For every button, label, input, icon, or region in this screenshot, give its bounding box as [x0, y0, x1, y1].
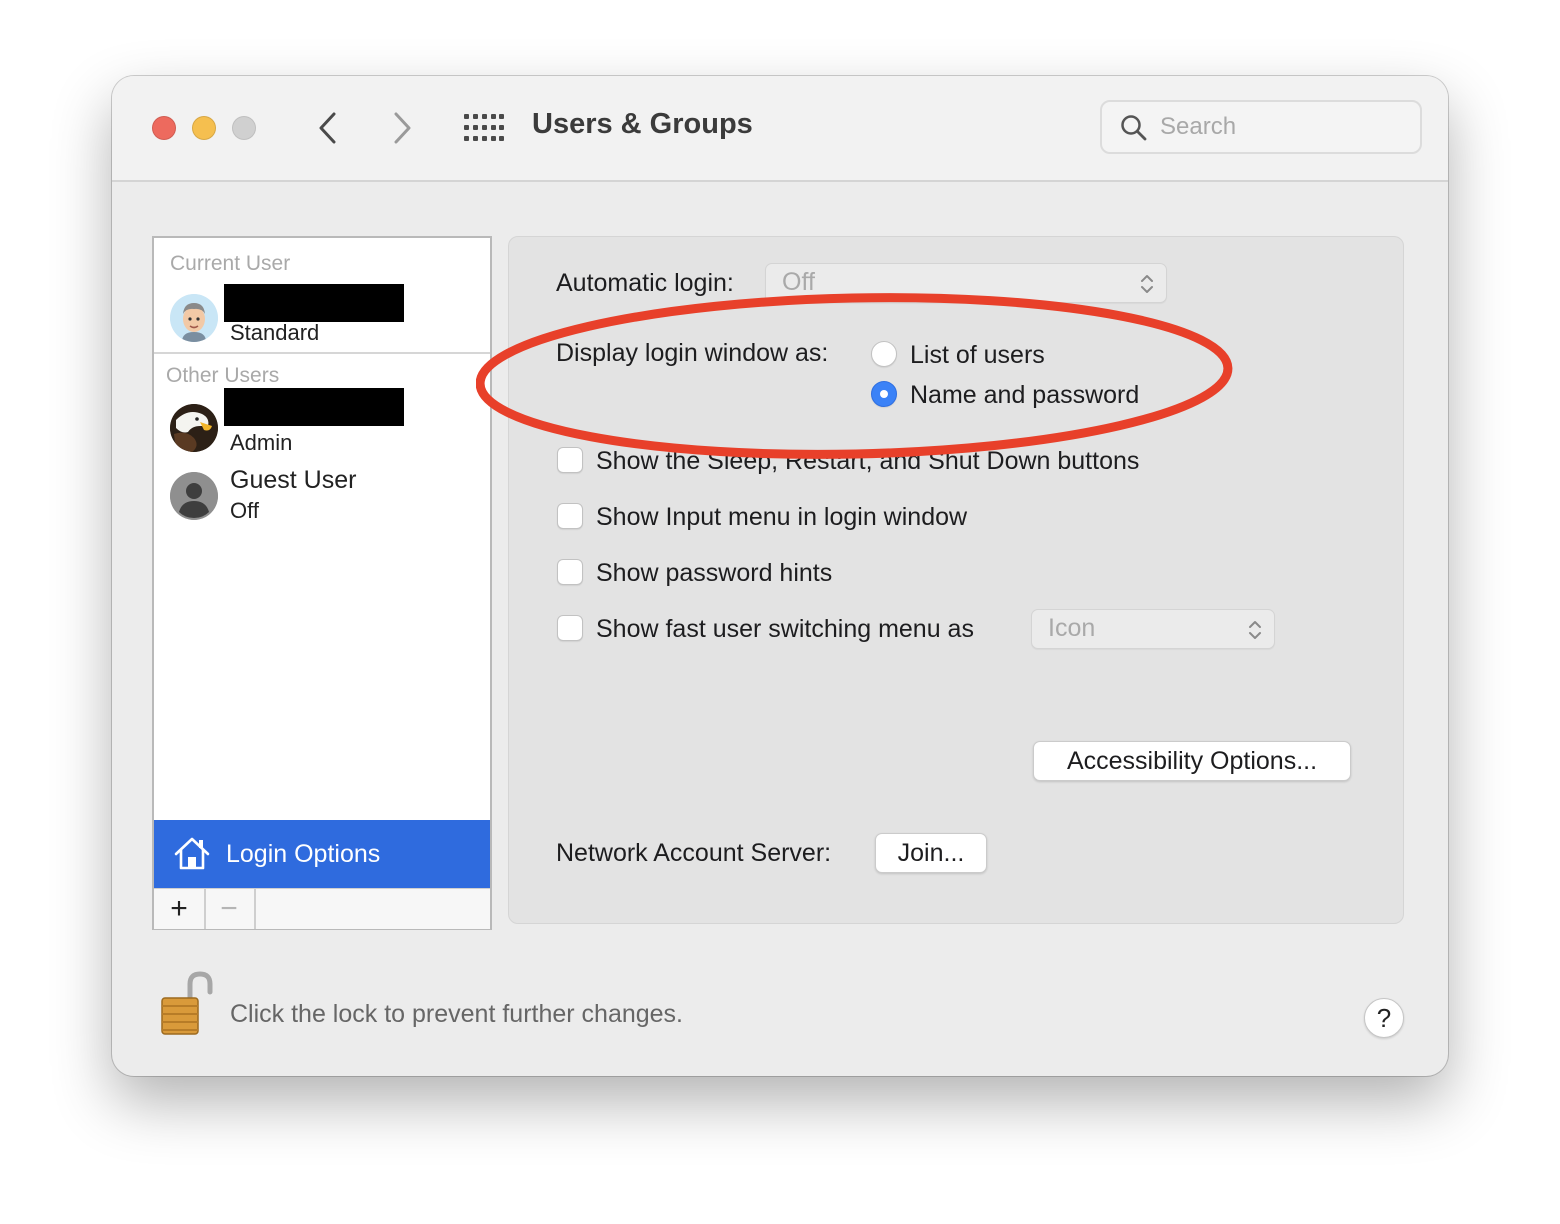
remove-user-button[interactable]: −: [204, 889, 256, 929]
eagle-avatar: [170, 404, 218, 452]
radio-list-of-users[interactable]: [871, 341, 897, 367]
chevron-left-icon: [319, 112, 336, 144]
checkbox-fast-user-switching-label[interactable]: Show fast user switching menu as: [596, 615, 974, 644]
login-options-item[interactable]: Login Options: [154, 820, 490, 888]
accessibility-options-button[interactable]: Accessibility Options...: [1033, 741, 1351, 781]
other-users-heading: Other Users: [166, 364, 280, 387]
list-toolbar: + −: [154, 888, 490, 929]
title-bar: Users & Groups: [112, 76, 1448, 182]
user-status: Off: [230, 498, 259, 523]
grid-icon: [464, 114, 504, 141]
checkbox-input-menu[interactable]: [557, 503, 583, 529]
forward-button[interactable]: [386, 110, 418, 146]
checkbox-input-menu-label[interactable]: Show Input menu in login window: [596, 503, 967, 532]
user-role: Standard: [230, 320, 320, 345]
guest-silhouette-avatar: [170, 472, 218, 520]
user-name: Guest User: [230, 466, 357, 494]
unlocked-padlock-icon: [161, 971, 213, 1035]
display-login-label: Display login window as:: [556, 339, 829, 367]
updown-chevron-icon: [1141, 275, 1153, 293]
close-button[interactable]: [152, 116, 176, 140]
radio-name-and-password-label[interactable]: Name and password: [910, 381, 1139, 410]
window-title: Users & Groups: [532, 108, 753, 140]
login-options-label: Login Options: [226, 840, 381, 868]
minus-icon: −: [220, 892, 238, 925]
fast-switch-style-value: Icon: [1048, 614, 1096, 642]
system-preferences-window: Users & Groups Current User: [112, 76, 1448, 1076]
search-icon: [1121, 115, 1147, 141]
search-field[interactable]: [1100, 100, 1422, 154]
lock-button[interactable]: [158, 970, 214, 1043]
updown-chevron-icon: [1249, 621, 1261, 639]
plus-icon: +: [170, 892, 188, 925]
section-divider: [154, 352, 490, 354]
house-icon: [174, 837, 210, 870]
minimize-button[interactable]: [192, 116, 216, 140]
automatic-login-value: Off: [782, 268, 815, 296]
checkbox-password-hints[interactable]: [557, 559, 583, 585]
memoji-avatar: [170, 294, 218, 342]
network-account-server-label: Network Account Server:: [556, 839, 832, 867]
join-button[interactable]: Join...: [875, 833, 987, 873]
checkbox-sleep-restart-shutdown-label[interactable]: Show the Sleep, Restart, and Shut Down b…: [596, 447, 1139, 476]
redacted-user-name: [224, 284, 404, 322]
users-list: Current User Standard Other Users Admin …: [152, 236, 492, 930]
automatic-login-label: Automatic login:: [556, 269, 734, 297]
redacted-user-name: [224, 388, 404, 426]
automatic-login-popup[interactable]: Off: [765, 263, 1167, 303]
lock-status-text: Click the lock to prevent further change…: [230, 1000, 684, 1028]
back-button[interactable]: [312, 110, 344, 146]
add-user-button[interactable]: +: [154, 889, 206, 929]
checkbox-fast-user-switching[interactable]: [557, 615, 583, 641]
checkbox-password-hints-label[interactable]: Show password hints: [596, 559, 832, 588]
login-options-panel: Automatic login: Off Display login windo…: [508, 236, 1404, 924]
fast-switch-style-popup[interactable]: Icon: [1031, 609, 1275, 649]
user-role: Admin: [230, 430, 293, 455]
checkbox-sleep-restart-shutdown[interactable]: [557, 447, 583, 473]
zoom-button[interactable]: [232, 116, 256, 140]
radio-name-and-password[interactable]: [871, 381, 897, 407]
search-input[interactable]: [1160, 110, 1400, 144]
show-all-grid-button[interactable]: [464, 114, 504, 142]
radio-list-of-users-label[interactable]: List of users: [910, 341, 1045, 370]
help-button[interactable]: ?: [1364, 998, 1404, 1038]
current-user-heading: Current User: [170, 252, 291, 275]
chevron-right-icon: [394, 112, 411, 144]
